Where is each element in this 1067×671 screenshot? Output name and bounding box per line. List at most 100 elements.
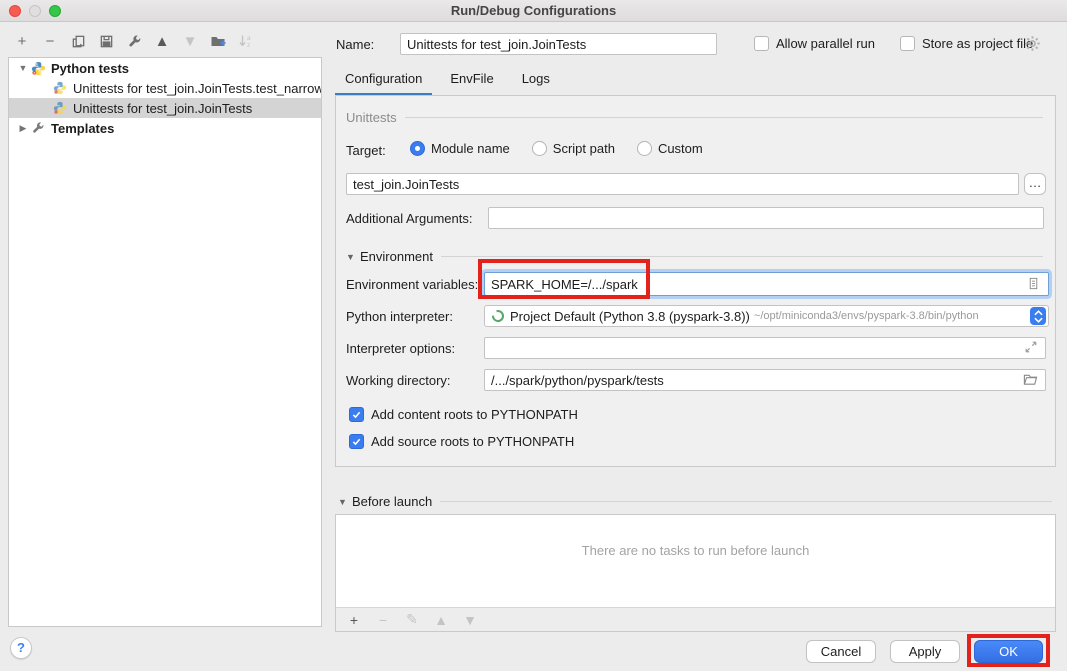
interpreter-options-input[interactable] — [484, 337, 1046, 359]
checkbox-checked[interactable] — [349, 434, 364, 449]
move-task-up-icon: ▲ — [433, 612, 449, 628]
remove-configuration-icon[interactable]: − — [42, 33, 58, 49]
divider — [440, 501, 1052, 502]
environment-variables-label: Environment variables: — [346, 277, 478, 292]
add-task-icon[interactable]: + — [346, 612, 362, 628]
additional-arguments-input[interactable] — [488, 207, 1044, 229]
radio-custom[interactable] — [637, 141, 652, 156]
radio-custom-label: Custom — [658, 141, 703, 156]
window-title: Run/Debug Configurations — [0, 3, 1067, 18]
before-launch-label: Before launch — [352, 494, 432, 509]
store-as-project-file-checkbox[interactable]: Store as project file — [900, 36, 1033, 51]
highlight-box-ok-button — [967, 634, 1050, 667]
copy-configuration-icon[interactable] — [70, 33, 86, 49]
store-as-project-file-label: Store as project file — [922, 36, 1033, 51]
environment-section-label: Environment — [360, 249, 433, 264]
chevron-up-down-icon[interactable] — [1030, 307, 1046, 325]
python-interpreter-label: Python interpreter: — [346, 309, 453, 324]
config-tabs: Configuration EnvFile Logs — [335, 66, 568, 96]
new-folder-icon[interactable] — [210, 33, 226, 49]
tree-item-label: Templates — [51, 121, 114, 136]
add-content-roots-label: Add content roots to PYTHONPATH — [371, 407, 578, 422]
working-directory-label: Working directory: — [346, 373, 451, 388]
folder-icon[interactable] — [1023, 372, 1039, 388]
tree-item-test-narrow[interactable]: Unittests for test_join.JoinTests.test_n… — [9, 78, 321, 98]
tasks-toolbar: + − ✎ ▲ ▼ — [336, 607, 1055, 631]
before-launch-tasks-panel: There are no tasks to run before launch … — [335, 514, 1056, 632]
remove-task-icon: − — [375, 612, 391, 628]
add-configuration-icon[interactable]: + — [14, 33, 30, 49]
tab-envfile[interactable]: EnvFile — [440, 66, 503, 96]
allow-parallel-run-checkbox[interactable]: Allow parallel run — [754, 36, 875, 51]
tree-item-label: Python tests — [51, 61, 129, 76]
expand-icon[interactable]: ▶ — [17, 123, 29, 134]
svg-text:a: a — [247, 35, 251, 42]
configurations-tree: ▼ Python tests Unittests for test_joi — [8, 57, 322, 627]
python-interpreter-select[interactable]: Project Default (Python 3.8 (pyspark-3.8… — [484, 305, 1049, 327]
cancel-button[interactable]: Cancel — [806, 640, 876, 663]
python-test-config-icon — [53, 81, 68, 96]
interpreter-env-icon — [491, 309, 505, 323]
save-configuration-icon[interactable] — [98, 33, 114, 49]
templates-wrench-icon — [31, 121, 46, 136]
python-tests-icon — [31, 61, 46, 76]
additional-arguments-label: Additional Arguments: — [346, 211, 472, 226]
add-content-roots-checkbox[interactable]: Add content roots to PYTHONPATH — [349, 407, 578, 422]
gear-icon[interactable] — [1024, 35, 1040, 51]
radio-module-name-label: Module name — [431, 141, 510, 156]
help-button[interactable]: ? — [10, 637, 32, 659]
add-source-roots-checkbox[interactable]: Add source roots to PYTHONPATH — [349, 434, 574, 449]
add-source-roots-label: Add source roots to PYTHONPATH — [371, 434, 574, 449]
tree-item-label: Unittests for test_join.JoinTests — [73, 101, 252, 116]
python-test-config-icon — [53, 101, 68, 116]
interpreter-path: ~/opt/miniconda3/envs/pyspark-3.8/bin/py… — [754, 310, 1026, 322]
radio-module-name[interactable] — [410, 141, 425, 156]
collapse-icon[interactable]: ▼ — [346, 252, 360, 262]
collapse-icon[interactable]: ▼ — [17, 63, 29, 73]
edit-templates-icon[interactable] — [126, 33, 142, 49]
move-task-down-icon: ▼ — [462, 612, 478, 628]
unittests-section-label: Unittests — [346, 110, 397, 125]
browse-module-button[interactable]: … — [1024, 173, 1046, 195]
divider — [405, 117, 1043, 118]
checkbox-checked[interactable] — [349, 407, 364, 422]
move-down-icon[interactable]: ▼ — [182, 33, 198, 49]
before-launch-section-header[interactable]: ▼ Before launch — [338, 494, 1052, 509]
expand-field-icon[interactable] — [1024, 340, 1040, 356]
sort-configurations-icon: a z — [238, 33, 254, 49]
name-input[interactable] — [400, 33, 717, 55]
browse-env-variables-icon[interactable] — [1026, 276, 1042, 292]
highlight-box-env-variables — [478, 259, 650, 299]
divider — [441, 256, 1043, 257]
unittests-section-header: Unittests — [346, 110, 1043, 125]
edit-task-icon: ✎ — [404, 612, 420, 628]
interpreter-value: Project Default (Python 3.8 (pyspark-3.8… — [510, 309, 750, 324]
tree-item-templates[interactable]: ▶ Templates — [9, 118, 321, 138]
allow-parallel-run-label: Allow parallel run — [776, 36, 875, 51]
target-radio-group: Module name Script path Custom — [410, 141, 703, 156]
move-up-icon[interactable]: ▲ — [154, 33, 170, 49]
tree-item-label: Unittests for test_join.JoinTests.test_n… — [73, 81, 321, 96]
tab-logs[interactable]: Logs — [512, 66, 560, 96]
checkbox-unchecked[interactable] — [900, 36, 915, 51]
configurations-toolbar: + − ▲ ▼ a — [14, 32, 254, 50]
target-label: Target: — [346, 143, 386, 158]
radio-script-path-label: Script path — [553, 141, 615, 156]
titlebar: Run/Debug Configurations — [0, 0, 1067, 22]
svg-text:z: z — [247, 42, 250, 49]
configuration-panel: Unittests Target: Module name Script pat… — [335, 95, 1056, 467]
target-module-input[interactable] — [346, 173, 1019, 195]
apply-button[interactable]: Apply — [890, 640, 960, 663]
tab-configuration[interactable]: Configuration — [335, 66, 432, 96]
tree-item-python-tests[interactable]: ▼ Python tests — [9, 58, 321, 78]
no-tasks-message: There are no tasks to run before launch — [336, 543, 1055, 558]
checkbox-unchecked[interactable] — [754, 36, 769, 51]
run-debug-configurations-dialog: Run/Debug Configurations + − ▲ ▼ — [0, 0, 1067, 671]
interpreter-options-label: Interpreter options: — [346, 341, 455, 356]
tree-item-jointests-selected[interactable]: Unittests for test_join.JoinTests — [9, 98, 321, 118]
collapse-icon[interactable]: ▼ — [338, 497, 352, 507]
environment-section-header[interactable]: ▼ Environment — [346, 249, 1043, 264]
radio-script-path[interactable] — [532, 141, 547, 156]
working-directory-input[interactable] — [484, 369, 1046, 391]
name-label: Name: — [336, 37, 374, 52]
